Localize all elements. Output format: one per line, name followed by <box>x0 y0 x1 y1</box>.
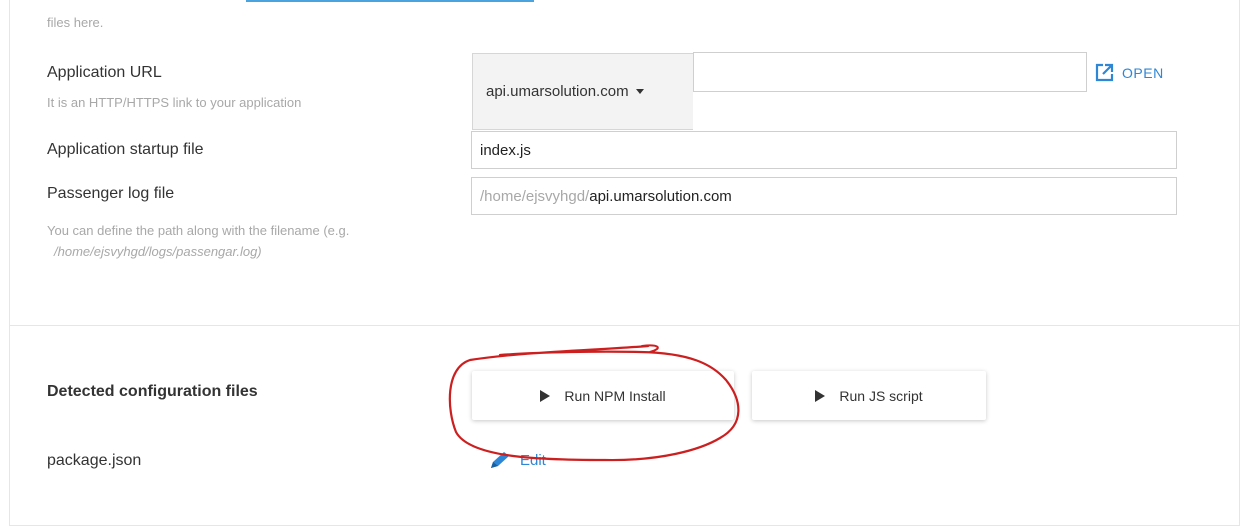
pencil-icon <box>491 452 509 468</box>
top-hint-text: files here. <box>47 15 104 30</box>
passenger-log-prefix: /home/ejsvyhgd/ <box>480 187 590 205</box>
application-url-label: Application URL <box>47 64 162 81</box>
run-npm-install-label: Run NPM Install <box>564 387 666 404</box>
edit-label: Edit <box>520 451 546 469</box>
domain-select-value: api.umarsolution.com <box>486 83 629 100</box>
detected-config-files-label: Detected configuration files <box>47 383 258 400</box>
startup-file-input[interactable]: index.js <box>471 131 1177 169</box>
open-link[interactable]: OPEN <box>1095 63 1164 82</box>
run-js-script-label: Run JS script <box>839 387 923 404</box>
play-icon <box>540 389 551 402</box>
passenger-log-value: api.umarsolution.com <box>589 187 732 205</box>
startup-file-label: Application startup file <box>47 141 204 158</box>
play-icon <box>815 389 826 402</box>
run-npm-install-button[interactable]: Run NPM Install <box>472 371 734 420</box>
caret-down-icon <box>635 89 644 94</box>
edit-package-json-link[interactable]: Edit <box>488 450 546 470</box>
section-divider <box>9 325 1240 326</box>
domain-select[interactable]: api.umarsolution.com <box>472 53 693 130</box>
startup-file-value: index.js <box>480 141 531 159</box>
external-link-icon <box>1095 63 1114 82</box>
passenger-log-hint-line1: You can define the path along with the f… <box>47 223 350 238</box>
top-link-underline <box>246 0 534 2</box>
passenger-log-input[interactable]: /home/ejsvyhgd/api.umarsolution.com <box>471 177 1177 215</box>
application-url-hint: It is an HTTP/HTTPS link to your applica… <box>47 95 302 110</box>
passenger-log-hint-line2: /home/ejsvyhgd/logs/passengar.log) <box>54 244 262 259</box>
passenger-log-label: Passenger log file <box>47 185 175 202</box>
run-js-script-button[interactable]: Run JS script <box>752 371 986 420</box>
open-link-label: OPEN <box>1122 64 1164 81</box>
package-json-file: package.json <box>47 452 142 469</box>
application-url-path-input[interactable] <box>693 52 1087 92</box>
